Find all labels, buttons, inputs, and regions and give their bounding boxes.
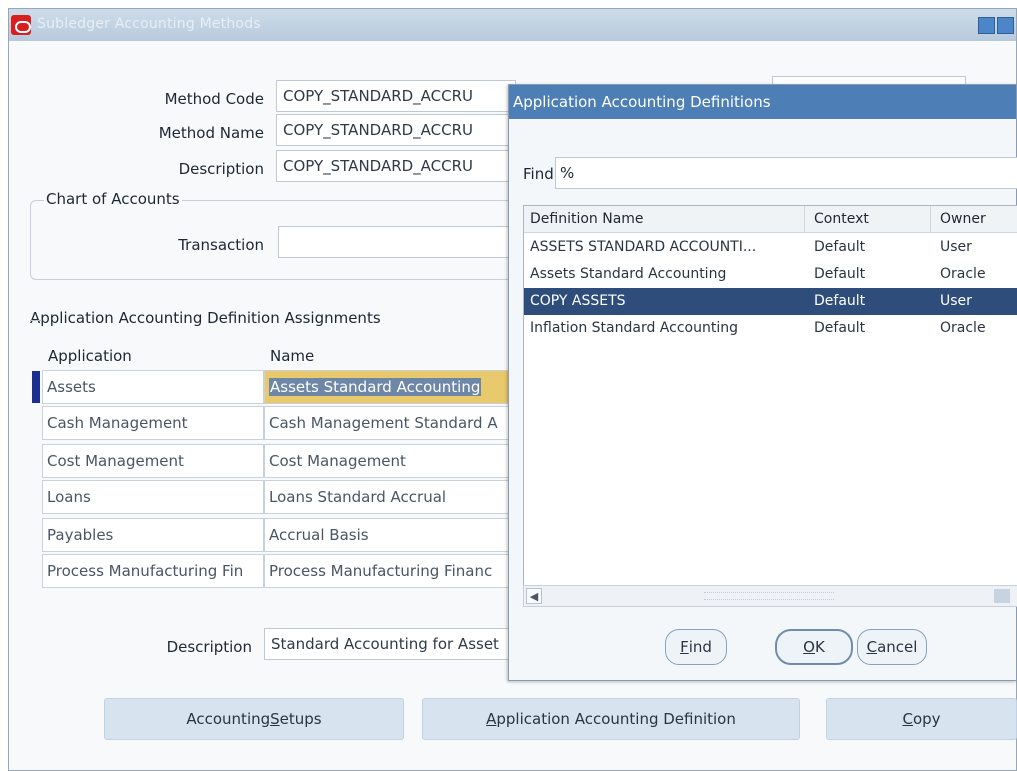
copy-label: opy bbox=[912, 710, 941, 728]
scroll-track[interactable] bbox=[704, 592, 834, 600]
table-row-application[interactable]: Process Manufacturing Fin bbox=[42, 554, 264, 588]
transaction-label: Transaction bbox=[178, 236, 264, 254]
col-separator bbox=[804, 206, 805, 233]
assignment-description-label: Description bbox=[166, 638, 252, 656]
col-application-header: Application bbox=[48, 347, 132, 365]
ok-label: K bbox=[814, 638, 825, 656]
window-titlebar[interactable]: Subledger Accounting Methods bbox=[9, 9, 1016, 41]
aad-list-dialog: Application Accounting Definitions Find … bbox=[508, 84, 1017, 681]
list-header: Definition Name Context Owner bbox=[524, 206, 1017, 233]
accounting-setups-button[interactable]: Accounting Setups bbox=[104, 698, 404, 740]
aad-label: pplication Accounting Definition bbox=[496, 710, 736, 728]
find-mnemonic: F bbox=[680, 638, 689, 656]
row-marker-current[interactable] bbox=[32, 371, 40, 403]
assignments-divider-left bbox=[30, 320, 42, 321]
table-row-name[interactable]: Assets Standard Accounting bbox=[264, 370, 514, 404]
dialog-title: Application Accounting Definitions bbox=[513, 93, 771, 111]
description-label: Description bbox=[178, 160, 264, 178]
table-row-application[interactable]: Cash Management bbox=[42, 406, 264, 440]
chart-of-accounts-title: Chart of Accounts bbox=[44, 190, 182, 208]
list-item-context: Default bbox=[814, 293, 866, 309]
aad-mnemonic: A bbox=[486, 710, 497, 728]
list-item-name: ASSETS STANDARD ACCOUNTI... bbox=[530, 239, 757, 255]
dialog-find-input[interactable]: % bbox=[555, 157, 1017, 189]
copy-button[interactable]: Copy bbox=[826, 698, 1017, 740]
accounting-setups-mnemonic: S bbox=[270, 710, 280, 728]
window-title: Subledger Accounting Methods bbox=[37, 16, 261, 32]
list-item-owner: User bbox=[940, 239, 972, 255]
list-item-owner: Oracle bbox=[940, 320, 986, 336]
table-row-application[interactable]: Cost Management bbox=[42, 444, 264, 478]
transaction-field[interactable] bbox=[278, 226, 516, 258]
dialog-titlebar[interactable]: Application Accounting Definitions bbox=[509, 85, 1016, 119]
dialog-find-label: Find bbox=[523, 165, 554, 183]
application-accounting-definition-button[interactable]: Application Accounting Definition bbox=[422, 698, 800, 740]
table-row-name[interactable]: Accrual Basis bbox=[264, 518, 514, 552]
scroll-left-icon[interactable]: ◀ bbox=[526, 588, 542, 604]
table-row-application[interactable]: Payables bbox=[42, 518, 264, 552]
list-item-name: Assets Standard Accounting bbox=[530, 266, 727, 282]
accounting-setups-label-pre: Accounting bbox=[186, 710, 271, 728]
list-item[interactable]: Inflation Standard Accounting Default Or… bbox=[524, 315, 1017, 342]
list-item-context: Default bbox=[814, 320, 866, 336]
table-row-name[interactable]: Loans Standard Accrual bbox=[264, 480, 514, 514]
list-item-owner: Oracle bbox=[940, 266, 986, 282]
col-definition-name[interactable]: Definition Name bbox=[530, 211, 644, 227]
minimize-icon[interactable] bbox=[978, 17, 995, 34]
assignment-description-field[interactable]: Standard Accounting for Asset bbox=[264, 628, 514, 660]
assignments-title: Application Accounting Definition Assign… bbox=[30, 309, 381, 327]
method-name-label: Method Name bbox=[158, 124, 264, 142]
cancel-label: ancel bbox=[877, 638, 918, 656]
accounting-setups-label-post: etups bbox=[279, 710, 322, 728]
list-item-name: COPY ASSETS bbox=[530, 293, 626, 309]
dialog-cancel-button[interactable]: Cancel bbox=[857, 629, 927, 665]
oracle-app-icon[interactable] bbox=[11, 15, 31, 35]
horizontal-scrollbar[interactable]: ◀ bbox=[523, 585, 1017, 607]
method-code-label: Method Code bbox=[164, 90, 264, 108]
col-owner[interactable]: Owner bbox=[940, 211, 986, 227]
table-row-name[interactable]: Cash Management Standard A bbox=[264, 406, 514, 440]
col-context[interactable]: Context bbox=[814, 211, 869, 227]
table-row-name[interactable]: Cost Management bbox=[264, 444, 514, 478]
list-item-name: Inflation Standard Accounting bbox=[530, 320, 738, 336]
list-item-context: Default bbox=[814, 266, 866, 282]
definitions-list[interactable]: Definition Name Context Owner ASSETS STA… bbox=[523, 205, 1017, 607]
description-field[interactable]: COPY_STANDARD_ACCRU bbox=[276, 150, 516, 182]
col-separator bbox=[930, 206, 931, 233]
col-name-header: Name bbox=[270, 347, 315, 365]
dialog-find-button[interactable]: Find bbox=[665, 629, 727, 665]
selected-text: Assets Standard Accounting bbox=[269, 378, 482, 396]
table-row-name[interactable]: Process Manufacturing Financ bbox=[264, 554, 514, 588]
find-label: ind bbox=[688, 638, 712, 656]
dialog-ok-button[interactable]: OK bbox=[775, 629, 853, 665]
list-item[interactable]: ASSETS STANDARD ACCOUNTI... Default User bbox=[524, 234, 1017, 261]
list-item-owner: User bbox=[940, 293, 972, 309]
list-item[interactable]: Assets Standard Accounting Default Oracl… bbox=[524, 261, 1017, 288]
list-item-context: Default bbox=[814, 239, 866, 255]
table-row-application[interactable]: Assets bbox=[42, 370, 264, 404]
list-item-selected[interactable]: COPY ASSETS Default User bbox=[524, 288, 1017, 315]
scroll-thumb[interactable] bbox=[994, 589, 1010, 603]
method-code-field[interactable]: COPY_STANDARD_ACCRU bbox=[276, 80, 516, 112]
cancel-mnemonic: C bbox=[866, 638, 878, 656]
copy-mnemonic: C bbox=[902, 710, 913, 728]
window-controls bbox=[978, 17, 1014, 34]
ok-mnemonic: O bbox=[803, 638, 815, 656]
maximize-icon[interactable] bbox=[997, 17, 1014, 34]
method-name-field[interactable]: COPY_STANDARD_ACCRU bbox=[276, 114, 516, 146]
table-row-application[interactable]: Loans bbox=[42, 480, 264, 514]
